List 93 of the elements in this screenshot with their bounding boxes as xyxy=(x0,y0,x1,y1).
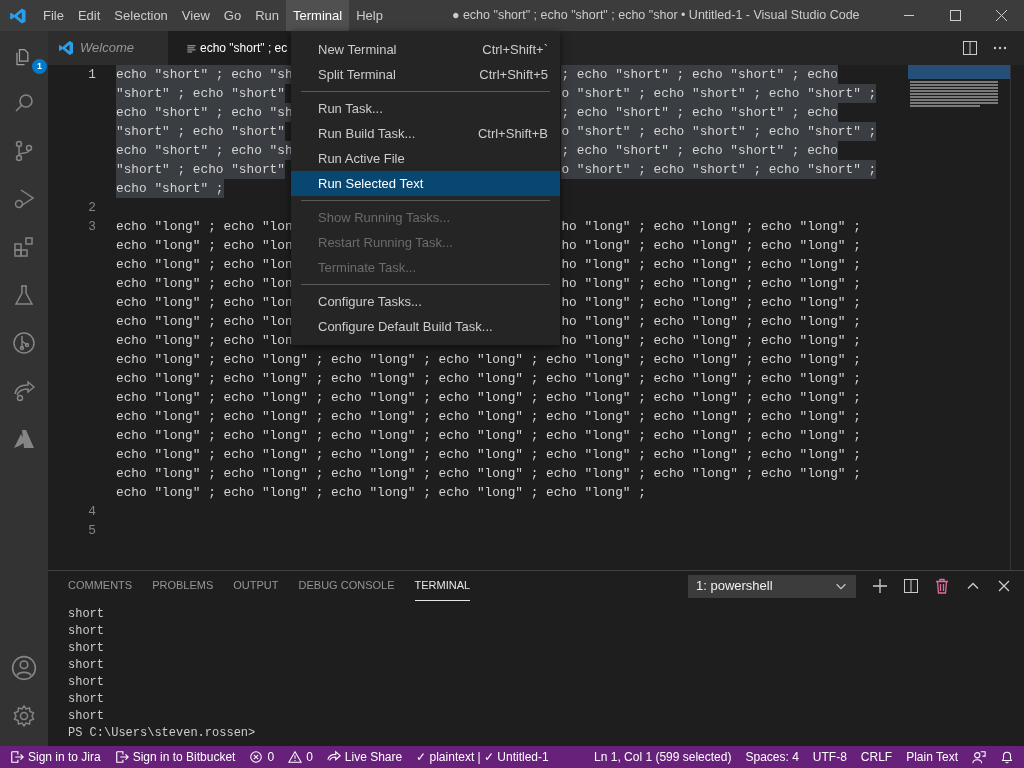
terminal-line: short xyxy=(68,606,105,623)
menu-item[interactable]: Configure Tasks... xyxy=(291,289,560,314)
code-text: ; echo "short" ; echo "short" ; echo xyxy=(561,141,838,160)
code-text: ho "long" ; echo "long" ; echo "long" ; xyxy=(561,256,861,274)
window-title: ● echo "short" ; echo "short" ; echo "shor • Untitled-1 - Visual Studio Code xyxy=(451,7,860,25)
terminal-line: short xyxy=(68,674,105,691)
line-number: 3 xyxy=(87,218,96,236)
menu-item[interactable]: Configure Default Build Task... xyxy=(291,314,560,339)
panel-tab[interactable]: OUTPUT xyxy=(233,571,279,601)
code-text: echo "long" ; echo "long" ; echo "long" ; echo "long" ; echo "long" ; echo "long" ; echo "long" ; xyxy=(116,351,861,369)
code-text: ho "long" ; echo "long" ; echo "long" ; xyxy=(561,237,861,255)
editor-tab[interactable]: Welcome xyxy=(48,31,168,65)
warning-icon[interactable] xyxy=(288,750,303,764)
line-number: 1 xyxy=(87,66,96,84)
terminal-line: short xyxy=(68,708,105,725)
code-text: echo "short" ; xyxy=(116,179,224,198)
code-text: o "short" ; echo "short" ; echo "short" ; xyxy=(561,84,877,103)
terminal-line: short xyxy=(68,640,105,657)
panel-tab[interactable]: COMMENTS xyxy=(68,571,133,601)
code-text: echo "long" ; echo "long" ; echo "long" ; echo "long" ; echo "long" ; echo "long" ; echo "long" ; xyxy=(116,446,861,464)
menu-item[interactable]: Terminal xyxy=(286,0,350,31)
code-text: ho "long" ; echo "long" ; echo "long" ; xyxy=(561,294,861,312)
flask-icon[interactable] xyxy=(12,283,36,307)
menu-item[interactable]: Go xyxy=(216,0,249,31)
terminal-line: PS C:\Users\steven.rossen> xyxy=(68,725,257,742)
git-graph-icon[interactable] xyxy=(12,331,36,355)
code-text: ; echo "short" ; echo "short" ; echo xyxy=(561,65,838,84)
menu-item[interactable]: Edit xyxy=(70,0,108,31)
menu-item[interactable]: Split Terminal Ctrl+Shift+5 xyxy=(291,62,560,87)
status-item[interactable]: CRLF xyxy=(860,748,893,766)
line-number: 2 xyxy=(87,199,96,217)
status-item[interactable]: Live Share xyxy=(326,748,403,766)
code-text: echo "long" ; echo "long" ; echo "long" ; echo "long" ; echo "long" ; echo "long" ; echo "long" ; xyxy=(116,370,861,388)
status-item[interactable]: Spaces: 4 xyxy=(745,748,799,766)
code-text: echo "long" ; echo "long" ; echo "long" ; echo "long" ; echo "long" ; echo "long" ; echo "long" ; xyxy=(116,408,861,426)
terminal-line: short xyxy=(68,691,105,708)
terminal-dropdown[interactable]: 1: powershell xyxy=(688,574,856,598)
error-icon[interactable] xyxy=(249,750,264,764)
code-text: echo "long" ; echo "long" ; echo "long" ; echo "long" ; echo "long" ; echo "long" ; echo "long" ; xyxy=(116,389,861,407)
code-text: ho "long" ; echo "long" ; echo "long" ; xyxy=(561,332,861,350)
panel-tab[interactable]: PROBLEMS xyxy=(152,571,214,601)
sign-in-icon[interactable] xyxy=(114,750,129,764)
menu-item[interactable]: Run xyxy=(248,0,286,31)
sign-in-icon[interactable] xyxy=(10,750,24,764)
account-icon[interactable] xyxy=(11,655,37,681)
menu-item[interactable]: Run Selected Text xyxy=(291,171,560,196)
status-item[interactable]: Sign in to Jira xyxy=(10,748,101,766)
menu-item[interactable]: File xyxy=(36,0,71,31)
panel-tab[interactable]: DEBUG CONSOLE xyxy=(298,571,395,601)
menu-item[interactable]: View xyxy=(174,0,217,31)
status-item[interactable]: Ln 1, Col 1 (599 selected) xyxy=(594,748,732,766)
line-number: 4 xyxy=(87,503,96,521)
trash-icon[interactable] xyxy=(934,578,950,594)
terminal-line: short xyxy=(68,657,105,674)
menu-item[interactable]: Selection xyxy=(107,0,175,31)
explorer-badge: 1 xyxy=(32,59,47,74)
status-item[interactable]: UTF-8 xyxy=(812,748,847,766)
close-icon[interactable] xyxy=(996,578,1012,594)
terminal-line: short xyxy=(68,623,105,640)
code-text: "short" ; echo "short" xyxy=(116,122,285,141)
status-item[interactable]: 0 xyxy=(249,748,275,766)
code-text: ho "long" ; echo "long" ; echo "long" ; xyxy=(561,275,861,293)
code-text: ho "long" ; echo "long" ; echo "long" ; xyxy=(561,313,861,331)
menu-item[interactable]: Run Active File xyxy=(291,146,560,171)
code-text: "short" ; echo "short" xyxy=(116,160,285,179)
menu-item[interactable]: Run Task... xyxy=(291,96,560,121)
status-item[interactable]: 0 xyxy=(288,748,313,766)
status-item[interactable]: ✓ plaintext | ✓ Untitled-1 xyxy=(416,748,549,766)
bell-icon[interactable] xyxy=(1000,750,1014,764)
code-text: echo "long" ; echo "long" ; echo "long" ; echo "long" ; echo "long" ; echo "long" ; echo "long" ; xyxy=(116,465,861,483)
text-file-icon[interactable] xyxy=(186,42,197,54)
line-number: 5 xyxy=(87,522,96,540)
status-item[interactable]: Plain Text xyxy=(906,748,958,766)
extensions-icon[interactable] xyxy=(12,235,36,259)
panel-tab[interactable]: TERMINAL xyxy=(414,571,471,601)
menu-item[interactable]: Run Build Task... Ctrl+Shift+B xyxy=(291,121,560,146)
code-text: echo "long" ; echo "long" ; echo "long" ; echo "long" ; echo "long" ; echo "long" ; echo "long" ; xyxy=(116,427,861,445)
plus-icon[interactable] xyxy=(872,578,888,594)
code-text: o "short" ; echo "short" ; echo "short" ; xyxy=(561,122,877,141)
code-text: ho "long" ; echo "long" ; echo "long" ; xyxy=(561,218,861,236)
code-text: echo "long" ; echo "long" ; echo "long" ; echo "long" ; echo "long" ; xyxy=(116,484,646,502)
code-text: ; echo "short" ; echo "short" ; echo xyxy=(561,103,838,122)
feedback-icon[interactable] xyxy=(972,750,986,764)
live-share-icon[interactable] xyxy=(12,379,36,403)
code-text: o "short" ; echo "short" ; echo "short" ; xyxy=(561,160,877,179)
split-terminal-icon[interactable] xyxy=(903,578,919,594)
status-item[interactable]: Sign in to Bitbucket xyxy=(114,748,236,766)
vscode-logo-icon[interactable] xyxy=(58,40,74,56)
vscode-logo-icon xyxy=(9,6,27,25)
code-text: "short" ; echo "short" xyxy=(116,84,285,103)
settings-icon[interactable] xyxy=(12,704,36,728)
menu-item[interactable]: Help xyxy=(349,0,390,31)
split-editor-icon[interactable] xyxy=(962,40,978,56)
